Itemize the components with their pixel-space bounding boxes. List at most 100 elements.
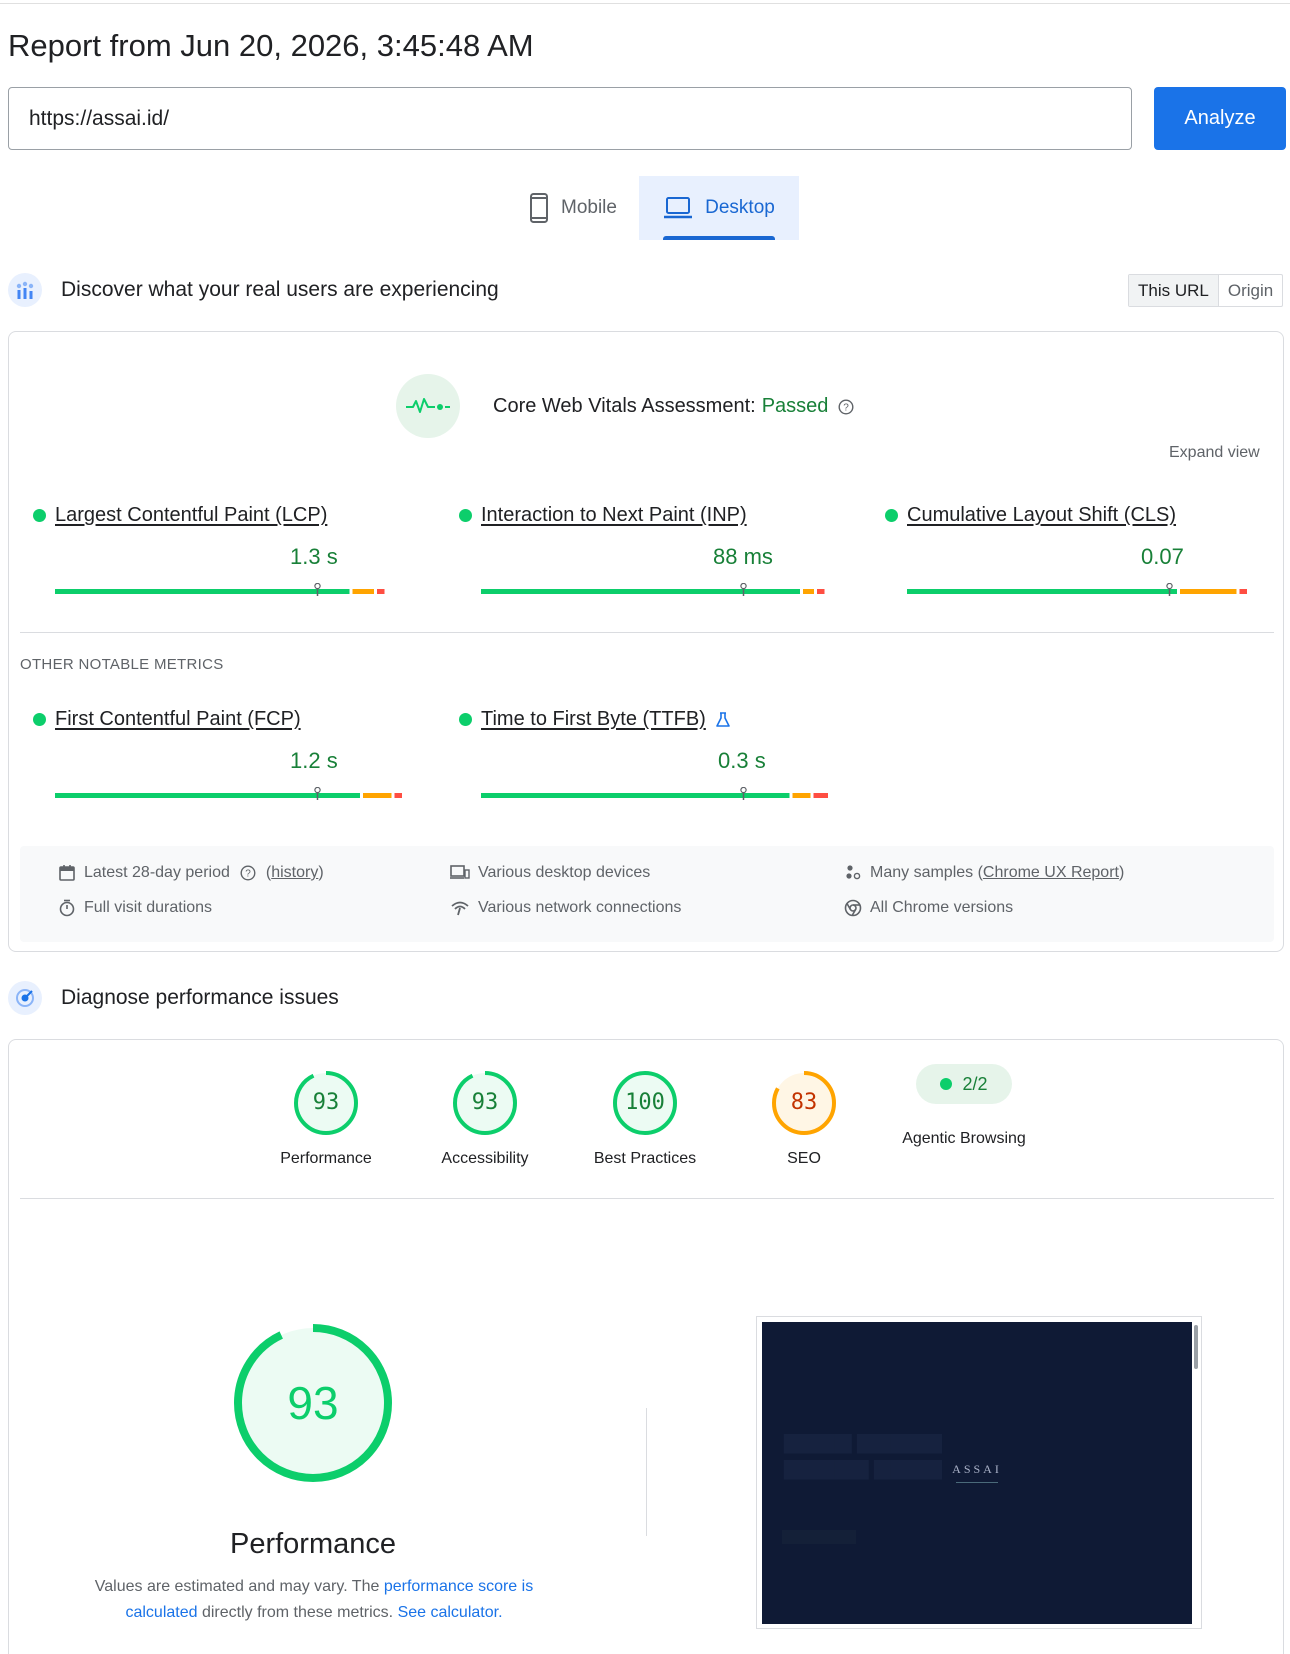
metric-fcp-name: First Contentful Paint (FCP) [55, 708, 301, 730]
gauge-performance[interactable]: 93 Performance [251, 1070, 401, 1168]
tab-mobile[interactable]: Mobile [507, 176, 639, 240]
gauge-best-practices[interactable]: 100 Best Practices [570, 1070, 720, 1168]
distribution-segment [803, 589, 814, 594]
metric-fcp-link[interactable]: First Contentful Paint (FCP) [33, 708, 403, 731]
metric-cls-value: 0.07 [1141, 544, 1184, 569]
page-screenshot: ▆▆▆▆ ▆▆▆▆▆ ▆▆▆▆▆ ▆▆▆▆ ASSAI [756, 1316, 1202, 1629]
cwv-assessment-status: Passed [761, 395, 829, 417]
p75-marker-head [740, 583, 747, 590]
p75-marker-head [1166, 583, 1173, 590]
tab-desktop-label: Desktop [705, 197, 775, 218]
big-performance-label: Performance [229, 1528, 396, 1560]
metric-inp-name: Interaction to Next Paint (INP) [481, 504, 747, 526]
tab-desktop[interactable]: Desktop [639, 176, 799, 240]
diagnose-header: Diagnose performance issues [8, 981, 339, 1015]
help-icon[interactable]: ? [838, 398, 854, 415]
metric-fcp-distribution [55, 787, 425, 800]
cwv-assessment-label: Core Web Vitals Assessment: [493, 395, 756, 417]
agentic-label: Agentic Browsing [902, 1130, 1026, 1147]
distribution-segment [394, 793, 402, 798]
metric-ttfb-distribution [481, 787, 851, 800]
agentic-value: 2/2 [962, 1073, 988, 1094]
gauge-agentic[interactable]: 2/2 Agentic Browsing [889, 1052, 1039, 1148]
info-durations: Full visit durations [58, 899, 212, 917]
crux-icon [8, 273, 42, 307]
info-network-text: Various network connections [478, 899, 682, 916]
screenshot-brand: ASSAI [952, 1462, 1002, 1476]
other-metrics-label: OTHER NOTABLE METRICS [20, 656, 224, 673]
screenshot-brand-line [956, 1482, 998, 1483]
gauges-divider [20, 1198, 1274, 1199]
cwv-assessment: Core Web Vitals Assessment: Passed ? [493, 395, 854, 418]
status-dot [885, 509, 898, 522]
distribution-segment [55, 589, 350, 594]
info-chrome-text: All Chrome versions [870, 899, 1014, 916]
status-dot [940, 1078, 953, 1090]
distribution-segment [377, 589, 385, 594]
status-dot [459, 509, 472, 522]
distribution-segment [792, 793, 811, 798]
info-network: Various network connections [450, 899, 681, 917]
help-icon[interactable]: ? [240, 865, 256, 881]
diagnose-title: Diagnose performance issues [61, 986, 339, 1009]
report-title: Report from Jun 20, 2026, 3:45:48 AM [8, 28, 534, 63]
info-period: Latest 28-day period ? (history) [58, 864, 324, 882]
svg-text:?: ? [844, 402, 850, 413]
metric-ttfb-value: 0.3 s [718, 748, 766, 773]
p75-marker-head [740, 787, 747, 794]
flask-icon [716, 711, 730, 727]
gauge-seo[interactable]: 83 SEO [729, 1070, 879, 1168]
note-text-1: Values are estimated and may vary. The [94, 1578, 384, 1595]
metric-ttfb-link[interactable]: Time to First Byte (TTFB) [459, 708, 829, 731]
history-paren-close: ) [318, 864, 324, 881]
tab-mobile-label: Mobile [561, 197, 617, 218]
gauge-accessibility-label: Accessibility [441, 1150, 529, 1167]
url-input[interactable] [8, 87, 1132, 150]
data-info-panel: Latest 28-day period ? (history) Full vi… [20, 846, 1274, 942]
big-performance-score: 93 [287, 1377, 339, 1429]
core-web-vitals-card: Core Web Vitals Assessment: Passed ? Exp… [8, 331, 1284, 952]
laptop-icon [664, 197, 693, 219]
distribution-segment [1180, 589, 1237, 594]
metric-inp-link[interactable]: Interaction to Next Paint (INP) [459, 504, 829, 527]
distribution-segment [55, 793, 360, 798]
distribution-segment [817, 589, 825, 594]
metric-lcp-link[interactable]: Largest Contentful Paint (LCP) [33, 504, 403, 527]
vertical-separator [646, 1408, 647, 1536]
metric-inp-distribution [481, 583, 851, 596]
toggle-origin[interactable]: Origin [1219, 275, 1282, 306]
info-period-text: Latest 28-day period [84, 864, 230, 881]
see-calculator-link[interactable]: See calculator. [398, 1604, 503, 1621]
screenshot-scrollbar[interactable] [1194, 1325, 1198, 1369]
metric-cls: Cumulative Layout Shift (CLS) 0.07 [885, 504, 1255, 596]
calendar-icon [59, 865, 75, 881]
pulse-icon [396, 374, 460, 438]
samples-icon [846, 865, 861, 880]
metric-cls-link[interactable]: Cumulative Layout Shift (CLS) [885, 504, 1255, 527]
metric-ttfb-name: Time to First Byte (TTFB) [481, 708, 706, 730]
gauge-seo-score: 83 [790, 1090, 818, 1115]
metric-ttfb: Time to First Byte (TTFB) 0.3 s [459, 708, 829, 800]
diagnose-card: 93 Performance 93 Accessibility 100 Best… [8, 1039, 1284, 1654]
status-dot [33, 509, 46, 522]
metric-lcp-value: 1.3 s [290, 544, 338, 569]
toggle-this-url[interactable]: This URL [1129, 275, 1219, 306]
status-dot [459, 713, 472, 726]
stopwatch-icon [59, 899, 75, 917]
expand-view-link[interactable]: Expand view [1169, 444, 1260, 462]
analyze-button[interactable]: Analyze [1154, 87, 1286, 150]
metric-inp-value: 88 ms [713, 544, 773, 569]
chrome-icon [844, 899, 862, 917]
active-tab-indicator [663, 236, 775, 240]
top-border [0, 0, 1290, 4]
smartphone-icon [530, 193, 548, 223]
gauge-accessibility[interactable]: 93 Accessibility [410, 1070, 560, 1168]
lighthouse-icon [8, 981, 42, 1015]
info-durations-text: Full visit durations [84, 899, 213, 916]
crux-report-link[interactable]: Chrome UX Report [983, 864, 1119, 882]
p75-marker-head [314, 787, 321, 794]
history-link[interactable]: history [271, 864, 318, 882]
gauge-accessibility-score: 93 [471, 1090, 499, 1115]
metric-inp: Interaction to Next Paint (INP) 88 ms [459, 504, 829, 596]
p75-marker-head [314, 583, 321, 590]
